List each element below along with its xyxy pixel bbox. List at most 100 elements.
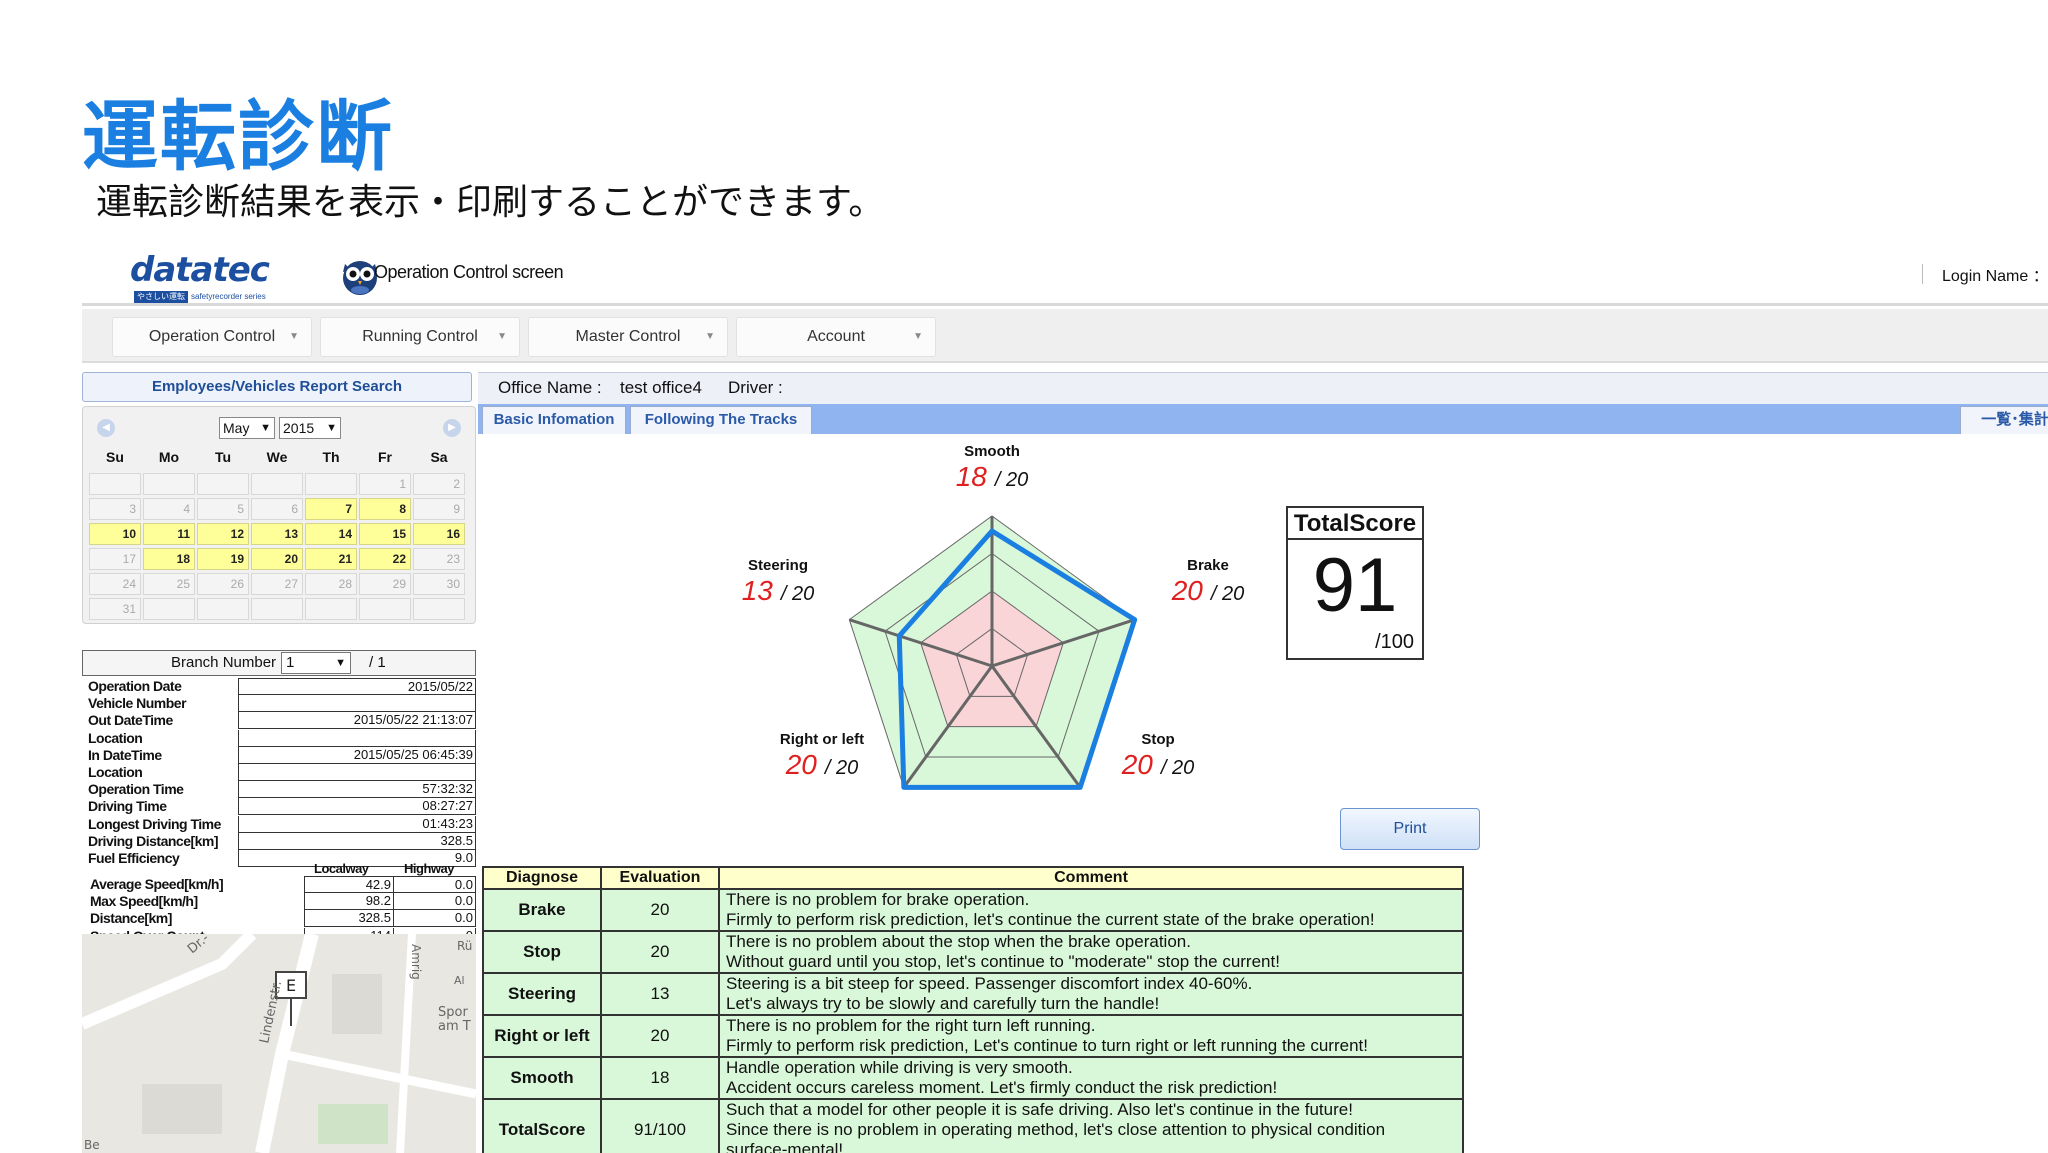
column-header: Comment	[718, 866, 1464, 890]
evaluation-value: 20	[600, 1014, 720, 1058]
calendar-day[interactable]: 11	[143, 523, 195, 545]
calendar-day[interactable]: 22	[359, 548, 411, 570]
evaluation-value: 91/100	[600, 1098, 720, 1153]
calendar-day[interactable]: 20	[251, 548, 303, 570]
calendar-day[interactable]: 28	[305, 573, 357, 595]
calendar-day[interactable]: 4	[143, 498, 195, 520]
calendar-day[interactable]: 14	[305, 523, 357, 545]
info-label: Location	[88, 729, 143, 746]
calendar-day[interactable]: 30	[413, 573, 465, 595]
stat-localway-value: 98.2	[304, 893, 394, 911]
comment-line: Such that a model for other people it is…	[726, 1100, 1353, 1119]
report-panel: Office Name : test office4 Driver : Basi…	[478, 372, 2048, 1153]
weekday-label: Th	[322, 449, 340, 465]
table-row: Brake 20 There is no problem for brake ope…	[482, 888, 1464, 932]
calendar-day[interactable]: 10	[89, 523, 141, 545]
stat-localway-value: 328.5	[304, 910, 394, 928]
calendar-day[interactable]: 29	[359, 573, 411, 595]
comment-cell: There is no problem for brake operation.…	[718, 888, 1464, 932]
calendar-day[interactable]: 16	[413, 523, 465, 545]
radar-chart: Smooth18/ 20Brake20/ 20Stop20/ 20Right o…	[742, 443, 1244, 790]
total-score-max: /100	[1375, 631, 1414, 653]
total-score-box: TotalScore 91 /100	[1286, 506, 1424, 660]
calendar-day	[251, 598, 303, 620]
menu-master-control[interactable]: Master Control ▼	[528, 317, 728, 357]
menu-label: Operation Control	[148, 328, 276, 345]
menu-label: Running Control	[362, 328, 478, 345]
map-label: am T	[438, 1019, 471, 1034]
calendar-day[interactable]: 9	[413, 498, 465, 520]
tab-basic-information[interactable]: Basic Infomation	[482, 406, 626, 434]
map-tiles: E Dr.- Lindenstr. Spor am T Rü Amrig Al …	[82, 934, 476, 1153]
calendar-day[interactable]: 17	[89, 548, 141, 570]
calendar-day[interactable]: 19	[197, 548, 249, 570]
datatec-logo[interactable]: datatec やさしい運転 safetyrecorder series	[130, 252, 380, 303]
calendar-day[interactable]: 26	[197, 573, 249, 595]
tab-list-summary[interactable]: 一覧･集計	[1960, 406, 2048, 434]
comment-cell: Steering is a bit steep for speed. Passe…	[718, 972, 1464, 1016]
branch-label: Branch Number	[171, 654, 277, 671]
comment-line: Handle operation while driving is very s…	[726, 1058, 1073, 1077]
calendar-day[interactable]: 31	[89, 598, 141, 620]
info-value	[238, 695, 476, 713]
calendar-day[interactable]: 3	[89, 498, 141, 520]
calendar-day[interactable]: 18	[143, 548, 195, 570]
map-label: Al	[454, 974, 465, 987]
office-label: Office Name :	[498, 378, 602, 397]
calendar-day[interactable]: 15	[359, 523, 411, 545]
table-row: Stop 20 There is no problem about the stop…	[482, 930, 1464, 974]
month-select[interactable]: May ▼	[219, 417, 275, 439]
menu-account[interactable]: Account ▼	[736, 317, 936, 357]
employees-vehicles-search-tab[interactable]: Employees/Vehicles Report Search	[82, 372, 472, 402]
calendar-day[interactable]: 2	[413, 473, 465, 495]
calendar-day[interactable]: 1	[359, 473, 411, 495]
calendar-prev-icon[interactable]: ◀	[97, 419, 115, 437]
year-select[interactable]: 2015 ▼	[279, 417, 341, 439]
info-value: 57:32:32	[238, 781, 476, 799]
calendar-day[interactable]: 13	[251, 523, 303, 545]
print-button[interactable]: Print	[1340, 808, 1480, 850]
calendar-day[interactable]: 25	[143, 573, 195, 595]
calendar-day[interactable]: 21	[305, 548, 357, 570]
map-marker[interactable]: E	[286, 976, 296, 995]
stat-highway-value: 0.0	[393, 876, 476, 893]
menu-running-control[interactable]: Running Control ▼	[320, 317, 520, 357]
total-score-value: 91	[1312, 543, 1398, 628]
diagnose-name: Brake	[482, 888, 602, 932]
office-driver-row: Office Name : test office4 Driver :	[478, 372, 2048, 404]
calendar-day[interactable]: 8	[359, 498, 411, 520]
chevron-down-icon: ▼	[326, 422, 337, 434]
branch-select[interactable]: 1 ▼	[281, 652, 351, 674]
chevron-down-icon: ▼	[913, 331, 923, 342]
radar-axis-label: Smooth	[964, 443, 1020, 460]
calendar-day[interactable]: 27	[251, 573, 303, 595]
diagnose-name: Smooth	[482, 1056, 602, 1100]
calendar-day	[305, 473, 357, 495]
info-label: Longest Driving Time	[88, 815, 221, 832]
info-label: In DateTime	[88, 746, 162, 763]
calendar-day[interactable]: 12	[197, 523, 249, 545]
calendar-day[interactable]: 24	[89, 573, 141, 595]
comment-line: Without guard until you stop, let's cont…	[726, 952, 1280, 971]
calendar-day[interactable]: 5	[197, 498, 249, 520]
menu-operation-control[interactable]: Operation Control ▼	[112, 317, 312, 357]
map-view[interactable]: E Dr.- Lindenstr. Spor am T Rü Amrig Al …	[82, 934, 476, 1153]
calendar-day[interactable]: 23	[413, 548, 465, 570]
calendar-day[interactable]: 7	[305, 498, 357, 520]
diagnose-table: Diagnose Evaluation Comment Brake 20 There…	[482, 866, 1464, 1153]
calendar-next-icon[interactable]: ▶	[443, 419, 461, 437]
tab-following-the-tracks[interactable]: Following The Tracks	[630, 406, 812, 434]
comment-cell: Handle operation while driving is very s…	[718, 1056, 1464, 1100]
stat-label: Distance[km]	[90, 910, 172, 927]
info-value	[238, 729, 476, 747]
comment-line: There is no problem for the right turn l…	[726, 1016, 1096, 1035]
calendar-day[interactable]: 6	[251, 498, 303, 520]
info-label: Vehicle Number	[88, 695, 187, 712]
comment-line: Let's always try to be slowly and carefu…	[726, 994, 1160, 1013]
info-value: 2015/05/22 21:13:07	[238, 712, 476, 730]
comment-line: Firmly to perform risk prediction, Let's…	[726, 1036, 1368, 1055]
radar-axis-score: 18/ 20	[956, 461, 1029, 492]
comment-cell: Such that a model for other people it is…	[718, 1098, 1464, 1153]
menu-label: Account	[807, 328, 865, 345]
chevron-down-icon: ▼	[335, 657, 346, 669]
